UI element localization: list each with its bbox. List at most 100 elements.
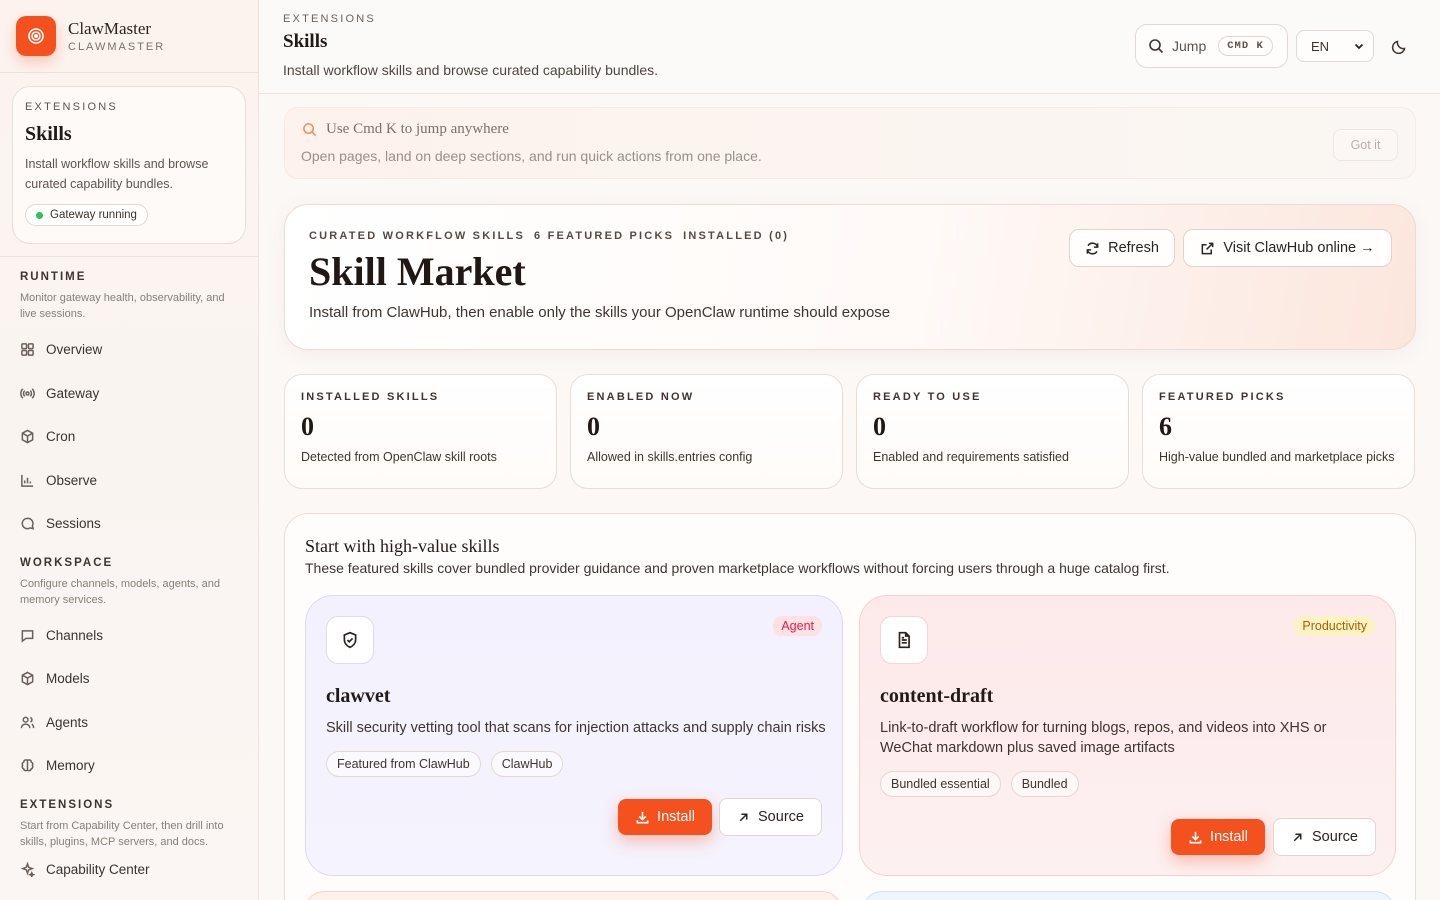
sidebar-item-cron[interactable]: Cron	[20, 415, 238, 459]
source-label: Source	[1312, 829, 1358, 845]
nav-section-description: Configure channels, models, agents, and …	[20, 577, 220, 606]
nav-section-title: EXTENSIONS	[20, 798, 115, 811]
cube-icon	[21, 429, 34, 444]
featured-description: These featured skills cover bundled prov…	[305, 560, 1170, 576]
stat-value: 6	[1159, 412, 1172, 441]
sidebar-item-models[interactable]: Models	[20, 657, 238, 701]
header-eyebrow: EXTENSIONS	[283, 13, 376, 25]
sidebar-item-label: Overview	[46, 342, 103, 358]
shield-check-icon	[326, 616, 374, 664]
page-subtitle: Install workflow skills and browse curat…	[283, 62, 659, 78]
download-icon	[1189, 831, 1202, 843]
stat-value: 0	[873, 412, 886, 441]
source-button[interactable]: Source	[719, 798, 822, 836]
language-value: EN	[1311, 38, 1330, 54]
install-button[interactable]: Install	[618, 799, 712, 835]
sidebar-item-overview[interactable]: Overview	[20, 328, 238, 372]
stat-value: 0	[301, 412, 314, 441]
cube-icon	[21, 671, 34, 686]
hero-tags: CURATED WORKFLOW SKILLS 6 FEATURED PICKS…	[309, 230, 789, 242]
nav-section-extensions: EXTENSIONS Start from Capability Center,…	[0, 799, 258, 890]
sidebar-item-label: Channels	[46, 627, 104, 643]
refresh-button[interactable]: Refresh	[1069, 229, 1175, 267]
jump-shortcut-badge: CMD K	[1218, 36, 1273, 56]
sidebar-item-label: Capability Center	[46, 862, 150, 877]
broadcast-icon	[20, 388, 35, 399]
status-dot-icon	[36, 211, 43, 219]
clawmaster-logo-icon	[16, 16, 56, 56]
sidebar-item-memory[interactable]: Memory	[20, 744, 238, 788]
context-card: EXTENSIONS Skills Install workflow skill…	[12, 86, 246, 244]
sidebar-item-label: Memory	[46, 758, 95, 774]
dismiss-tip-button[interactable]: Got it	[1333, 129, 1398, 161]
skill-card-content-draft: Productivity content-draft Link-to-draft…	[859, 595, 1396, 876]
sidebar-item-capability-center[interactable]: Capability Center	[20, 850, 238, 890]
context-eyebrow: EXTENSIONS	[25, 101, 118, 113]
stat-label: READY TO USE	[873, 391, 982, 403]
stat-label: ENABLED NOW	[587, 391, 695, 403]
stat-description: High-value bundled and marketplace picks	[1159, 450, 1395, 464]
skill-chip: Bundled essential	[880, 771, 1001, 797]
sidebar-item-agents[interactable]: Agents	[20, 701, 238, 745]
source-button[interactable]: Source	[1273, 818, 1376, 856]
sidebar-item-gateway[interactable]: Gateway	[20, 372, 238, 416]
external-link-icon	[1201, 242, 1214, 254]
skill-chips: Featured from ClawHub ClawHub	[326, 751, 564, 777]
stat-label: INSTALLED SKILLS	[301, 391, 440, 403]
install-label: Install	[1210, 829, 1248, 845]
visit-clawhub-label: Visit ClawHub online →	[1223, 240, 1375, 256]
nav-section-description: Monitor gateway health, observability, a…	[20, 292, 225, 320]
source-label: Source	[758, 809, 804, 825]
next-skill-card-peek	[862, 891, 1395, 900]
stat-value: 0	[587, 412, 600, 441]
download-icon	[636, 811, 649, 823]
featured-title: Start with high-value skills	[305, 536, 500, 556]
sidebar-item-sessions[interactable]: Sessions	[20, 502, 238, 546]
sidebar-item-label: Observe	[46, 472, 98, 488]
skill-description: Skill security vetting tool that scans f…	[326, 720, 826, 736]
sidebar-item-observe[interactable]: Observe	[20, 459, 238, 503]
tip-banner: Use Cmd K to jump anywhere Open pages, l…	[284, 107, 1416, 179]
stat-description: Allowed in skills.entries config	[587, 450, 753, 464]
hero-tag: 6 FEATURED PICKS	[534, 230, 675, 242]
search-icon	[303, 123, 317, 137]
nav-section-workspace: WORKSPACE Configure channels, models, ag…	[0, 557, 258, 788]
install-button[interactable]: Install	[1171, 819, 1265, 855]
sidebar-item-label: Gateway	[46, 385, 100, 401]
sparkle-icon	[20, 862, 35, 877]
gateway-status-badge: Gateway running	[25, 204, 148, 226]
brand[interactable]: ClawMaster CLAWMASTER	[0, 0, 258, 73]
sidebar-item-label: Models	[46, 671, 90, 687]
hero-tag: INSTALLED (0)	[683, 230, 790, 242]
nav-section-description: Start from Capability Center, then drill…	[20, 819, 224, 848]
theme-toggle-button[interactable]	[1387, 35, 1411, 59]
stat-description: Detected from OpenClaw skill roots	[301, 450, 497, 464]
nav-section-title: RUNTIME	[20, 271, 87, 283]
page-title: Skills	[283, 31, 328, 52]
featured-skills-section: Start with high-value skills These featu…	[284, 513, 1416, 900]
message-square-icon	[21, 629, 34, 643]
skill-chip: ClawHub	[490, 751, 564, 777]
context-title: Skills	[25, 123, 72, 145]
visit-clawhub-button[interactable]: Visit ClawHub online →	[1183, 229, 1392, 267]
sidebar-divider	[0, 256, 258, 257]
category-badge: Productivity	[1294, 616, 1375, 636]
sidebar-item-label: Sessions	[46, 516, 101, 532]
stat-card-enabled: ENABLED NOW 0 Allowed in skills.entries …	[570, 374, 843, 489]
stat-card-featured: FEATURED PICKS 6 High-value bundled and …	[1142, 374, 1415, 489]
skill-market-hero: CURATED WORKFLOW SKILLS 6 FEATURED PICKS…	[284, 204, 1416, 350]
hero-title: Skill Market	[309, 249, 526, 294]
stat-label: FEATURED PICKS	[1159, 391, 1286, 403]
jump-label: Jump	[1172, 38, 1207, 54]
context-description: Install workflow skills and browse curat…	[25, 157, 209, 191]
language-select[interactable]: EN	[1296, 30, 1374, 62]
chat-bubble-icon	[21, 517, 35, 530]
sidebar-item-channels[interactable]: Channels	[20, 614, 238, 658]
jump-button[interactable]: Jump CMD K	[1135, 24, 1288, 68]
refresh-label: Refresh	[1108, 240, 1159, 256]
gateway-status-label: Gateway running	[50, 209, 137, 221]
search-icon	[1149, 39, 1164, 54]
skill-chip: Featured from ClawHub	[326, 751, 481, 777]
bar-chart-icon	[21, 474, 34, 487]
document-icon	[880, 616, 928, 664]
